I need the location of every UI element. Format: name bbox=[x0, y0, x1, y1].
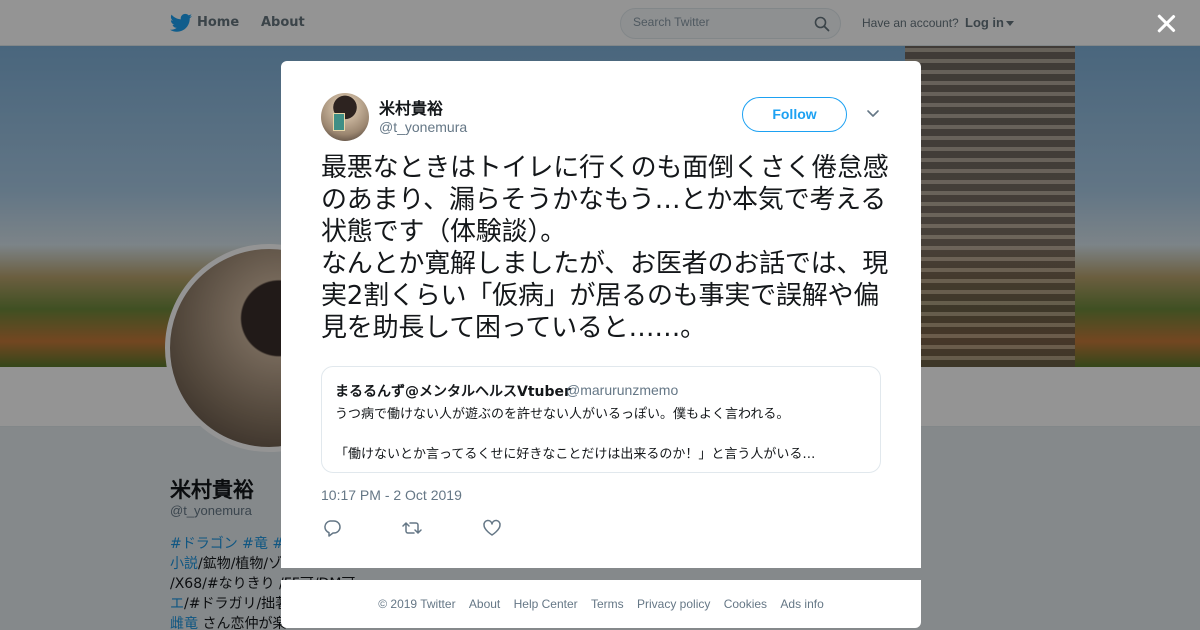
footer-link-about[interactable]: About bbox=[469, 597, 500, 611]
avatar-card-detail bbox=[333, 113, 345, 131]
retweet-icon[interactable] bbox=[402, 519, 422, 537]
footer-link-privacy[interactable]: Privacy policy bbox=[637, 597, 710, 611]
heart-icon[interactable] bbox=[482, 519, 502, 537]
footer-links: © 2019 Twitter About Help Center Terms P… bbox=[281, 597, 921, 611]
footer-link-cookies[interactable]: Cookies bbox=[724, 597, 767, 611]
quoted-text-line: 「働けないとか言ってるくせに好きなことだけは出来るのか！」と言う人がいる… bbox=[335, 447, 816, 462]
footer-copyright: © 2019 Twitter bbox=[378, 597, 456, 611]
chevron-down-icon[interactable] bbox=[866, 109, 880, 119]
tweet-text: 最悪なときはトイレに行くのも面倒くさく倦怠感のあまり、漏らそうかなもう…とか本気… bbox=[321, 153, 889, 343]
author-name[interactable]: 米村貴裕 bbox=[379, 95, 443, 119]
quoted-author-handle: @marurunzmemo bbox=[566, 382, 679, 398]
footer-link-terms[interactable]: Terms bbox=[591, 597, 624, 611]
quoted-text-line: うつ病で働けない人が遊ぶのを許せない人がいるっぽい。僕もよく言われる。 bbox=[335, 407, 790, 422]
quoted-author-name: まるるんず@メンタルヘルスVtuber bbox=[335, 384, 571, 400]
quoted-tweet[interactable]: まるるんず@メンタルヘルスVtuber @marurunzmemo うつ病で働け… bbox=[321, 366, 881, 473]
author-handle[interactable]: @t_yonemura bbox=[379, 119, 467, 135]
follow-button[interactable]: Follow bbox=[742, 97, 847, 132]
modal-footer: © 2019 Twitter About Help Center Terms P… bbox=[281, 580, 921, 628]
footer-link-ads-info[interactable]: Ads info bbox=[780, 597, 823, 611]
close-icon[interactable] bbox=[1152, 10, 1180, 38]
author-avatar[interactable] bbox=[321, 93, 369, 141]
tweet-timestamp[interactable]: 10:17 PM - 2 Oct 2019 bbox=[321, 487, 462, 503]
tweet-modal: 米村貴裕 @t_yonemura Follow 最悪なときはトイレに行くのも面倒… bbox=[281, 61, 921, 568]
footer-link-help-center[interactable]: Help Center bbox=[514, 597, 578, 611]
reply-icon[interactable] bbox=[322, 519, 342, 537]
